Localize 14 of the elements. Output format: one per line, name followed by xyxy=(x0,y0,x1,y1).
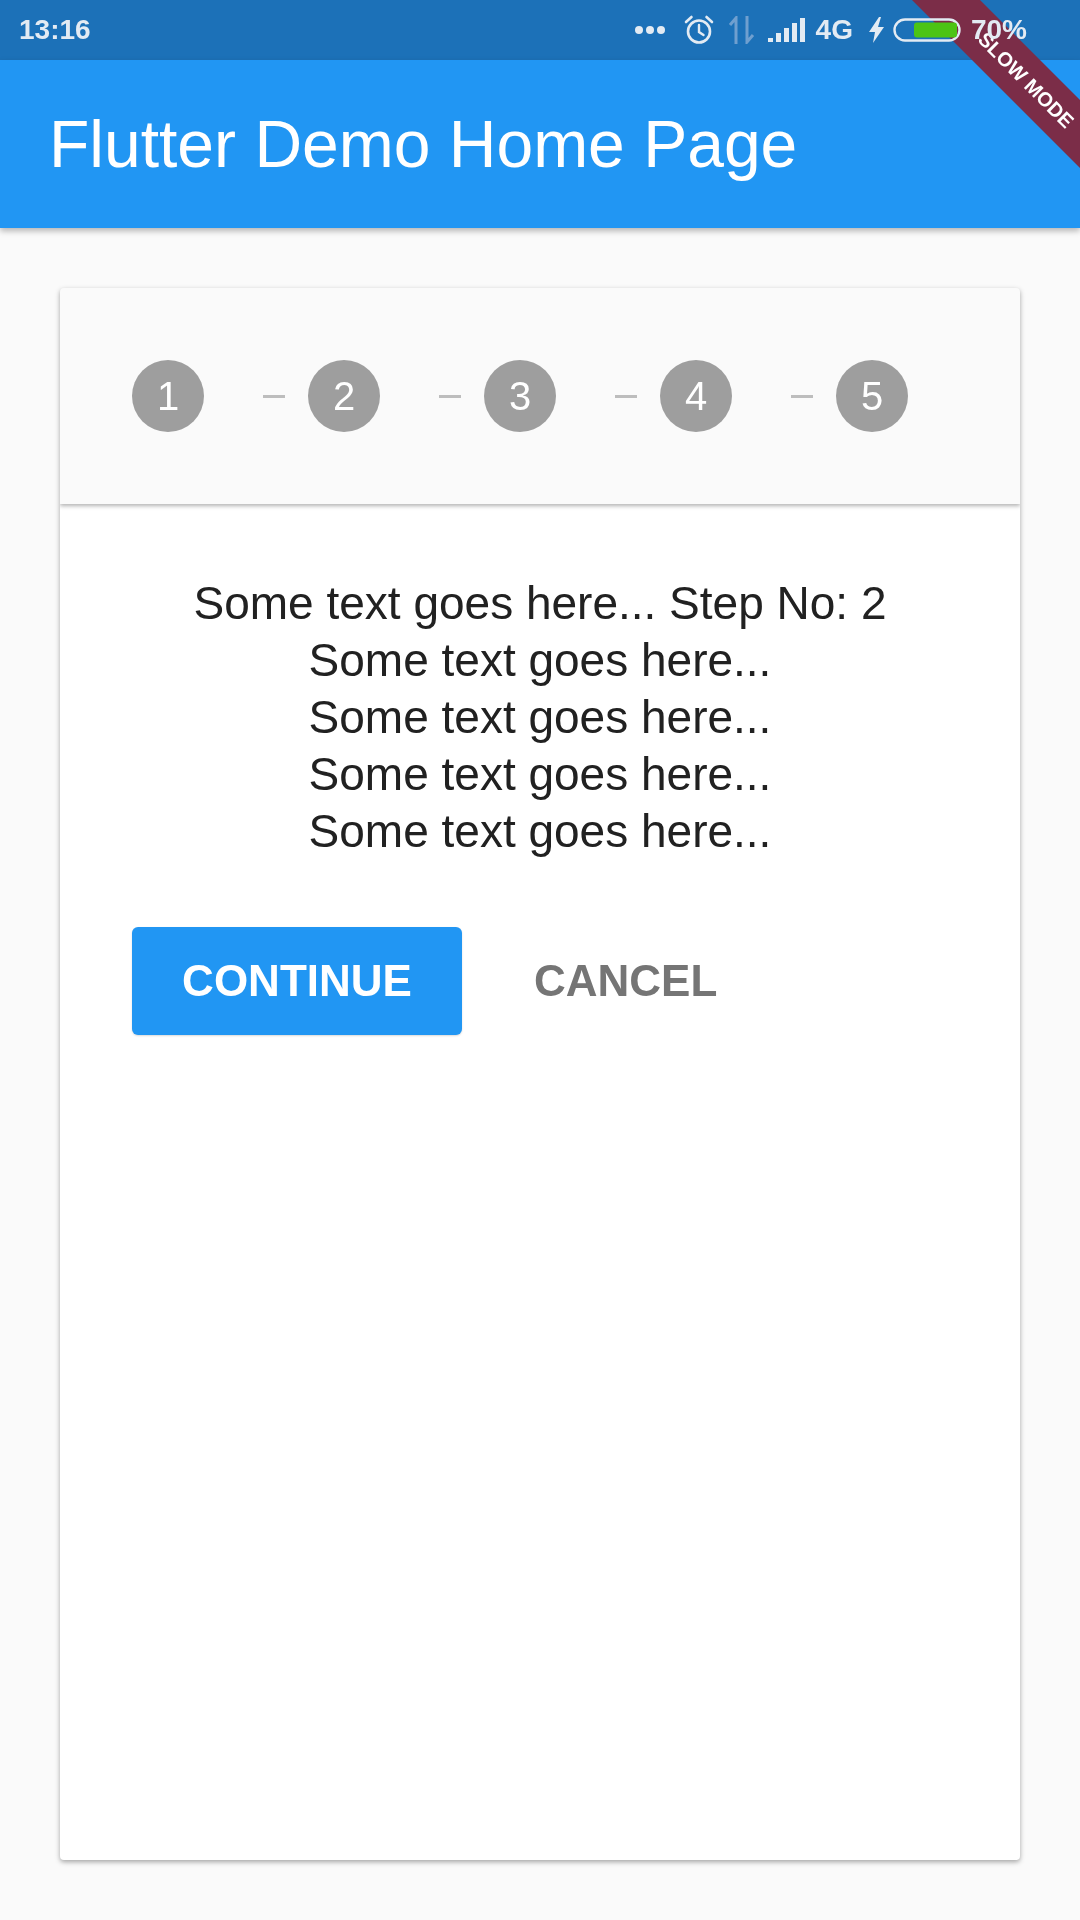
continue-button[interactable]: CONTINUE xyxy=(132,927,462,1035)
signal-icon xyxy=(767,18,805,42)
battery-icon xyxy=(892,18,961,42)
network-type: 4G xyxy=(815,16,853,44)
more-dots-icon xyxy=(634,26,665,34)
status-time: 13:16 xyxy=(19,16,91,44)
cancel-button[interactable]: CANCEL xyxy=(486,927,766,1035)
step-connector xyxy=(615,394,637,398)
step-connector xyxy=(791,394,813,398)
step-content-text: Some text goes here... Step No: 2 Some text goes here... Some text goes here... Some text goes here... Some text goes here... xyxy=(193,576,887,859)
charging-bolt-icon xyxy=(868,17,884,43)
step-connector xyxy=(439,394,461,398)
step-connector xyxy=(263,394,285,398)
alarm-clock-icon xyxy=(683,15,714,45)
